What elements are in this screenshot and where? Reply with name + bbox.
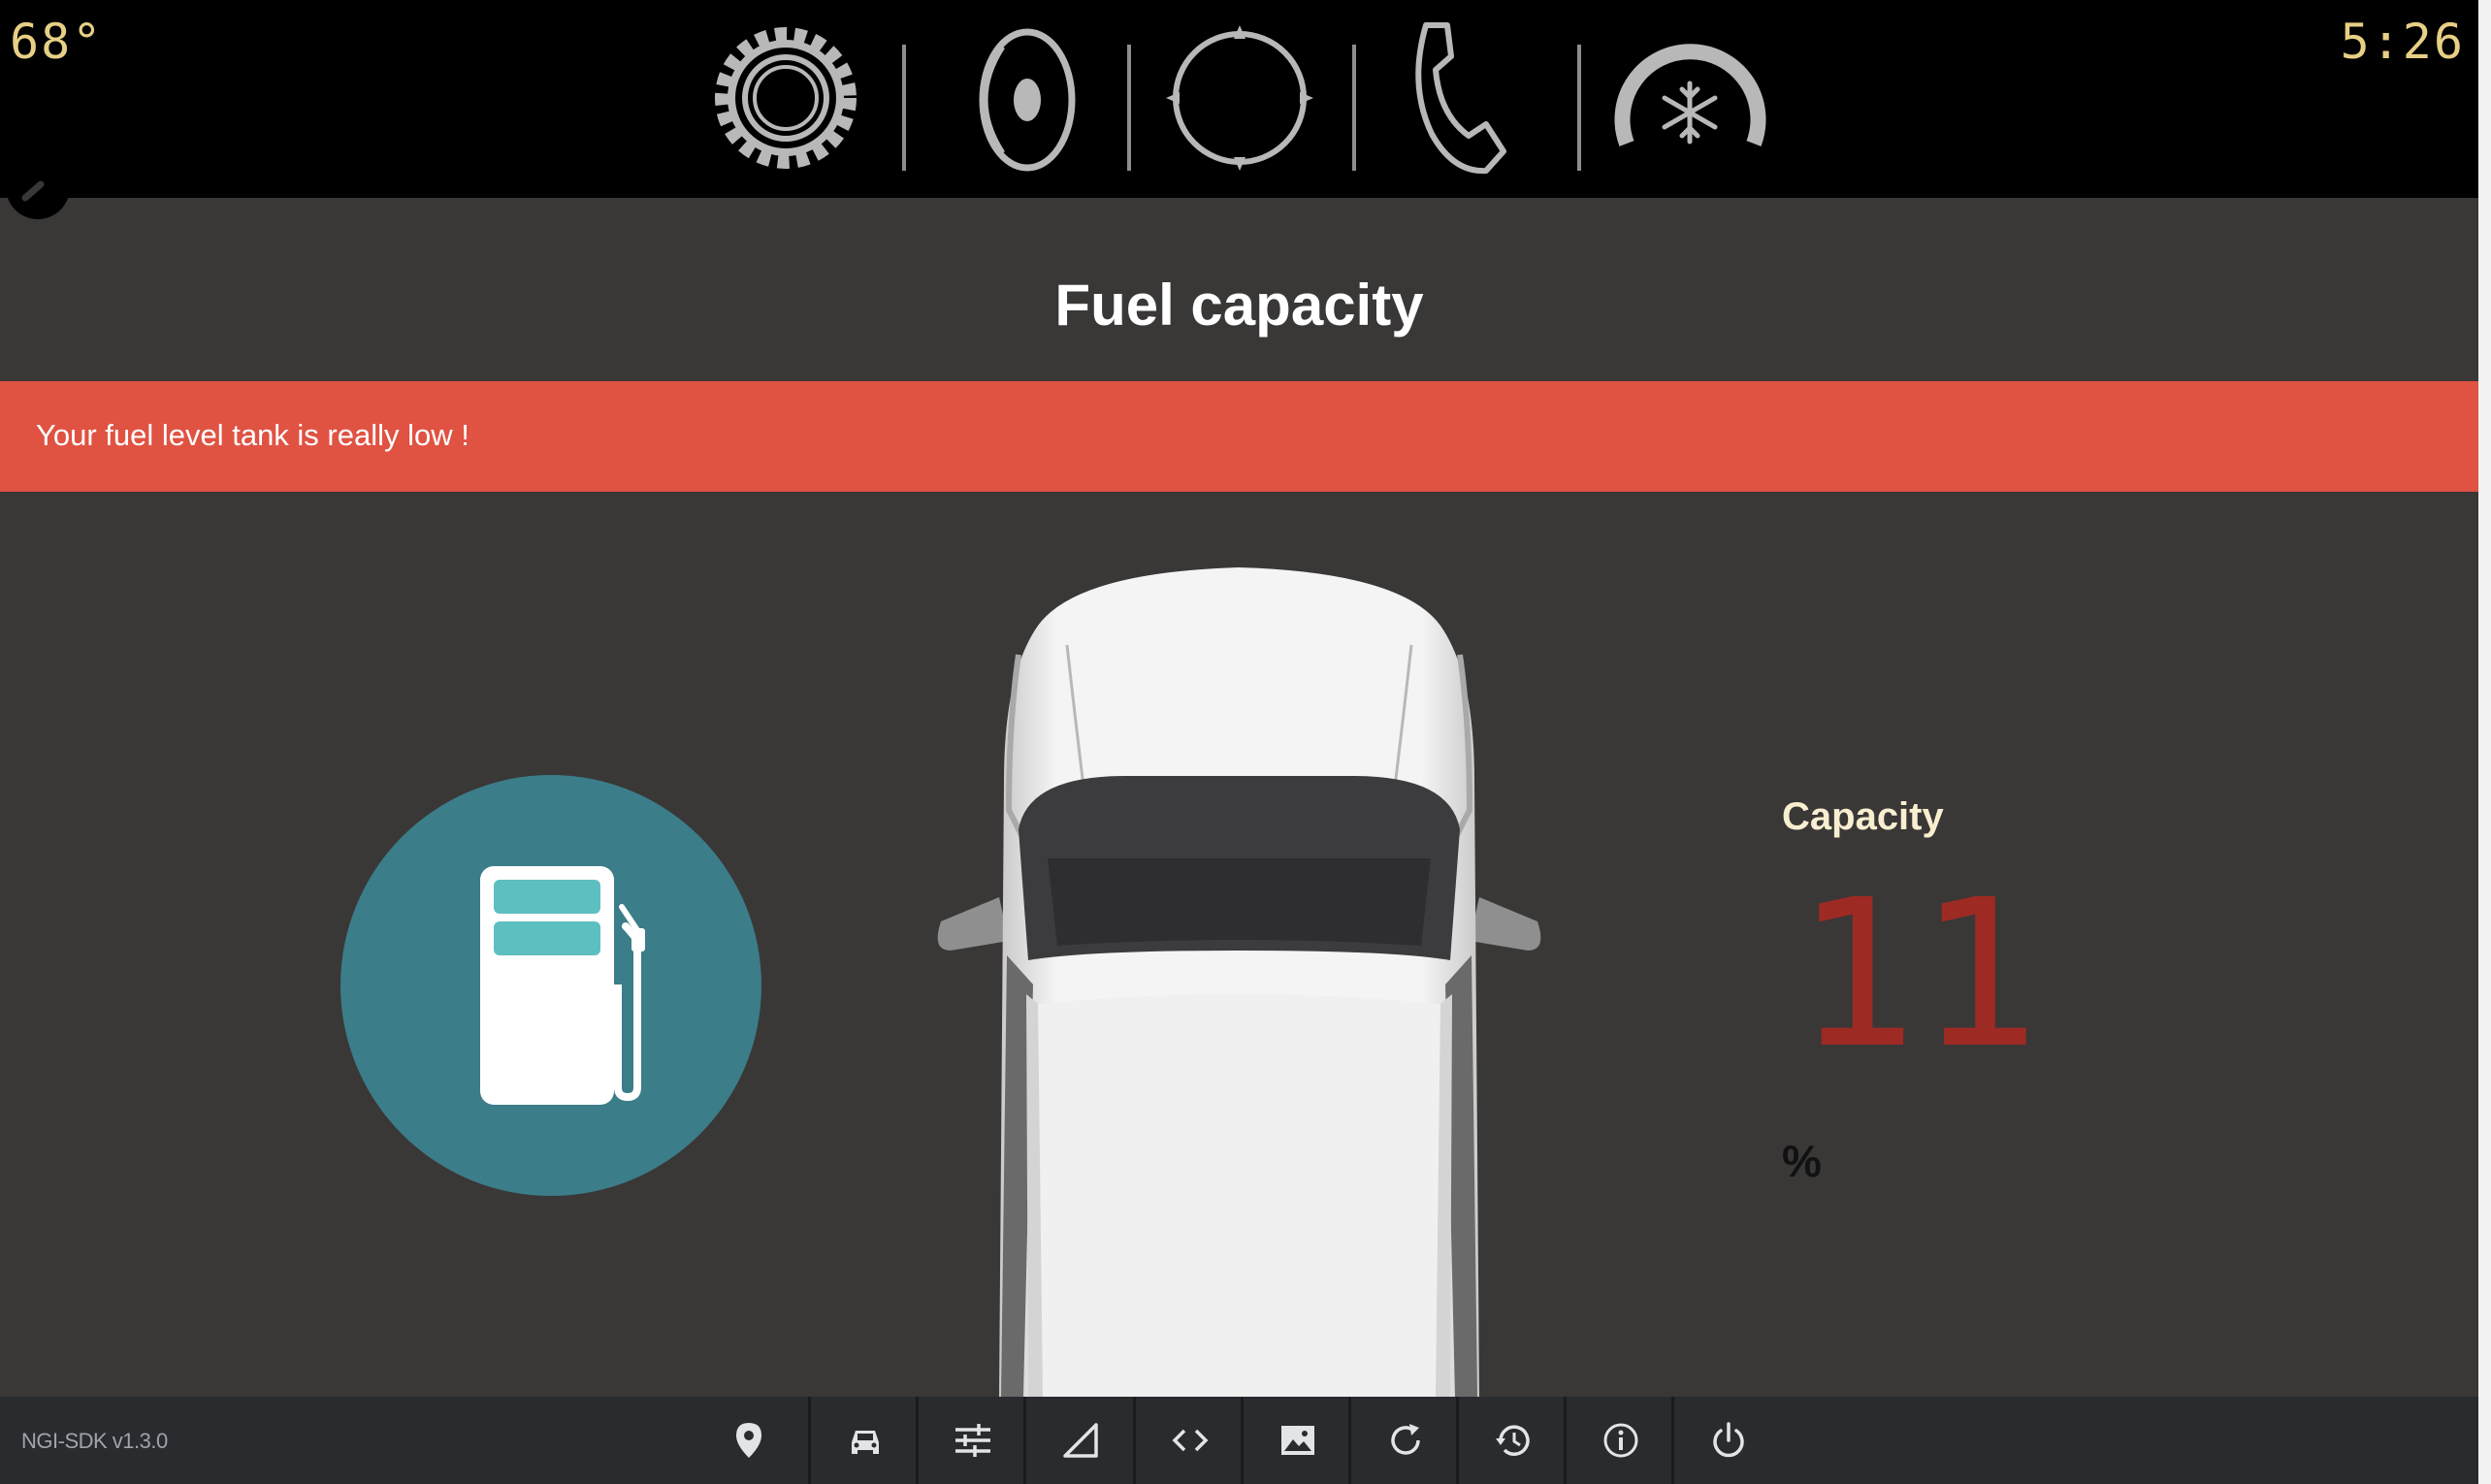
image-button[interactable]	[1246, 1397, 1350, 1484]
alert-message: Your fuel level tank is really low !	[36, 418, 469, 452]
info-icon	[1603, 1423, 1638, 1458]
refresh-button[interactable]	[1353, 1397, 1458, 1484]
sdk-version-label: NGI-SDK v1.3.0	[21, 1429, 168, 1453]
capacity-value: 11	[1795, 855, 2040, 1093]
page-title: Fuel capacity	[1054, 273, 1424, 338]
history-icon	[1496, 1425, 1530, 1456]
toolbar-separator	[1456, 1397, 1459, 1484]
signal-button[interactable]	[1028, 1397, 1133, 1484]
icon-separator	[1577, 45, 1581, 171]
icon-separator	[902, 45, 906, 171]
top-status-bar: 68° 5:26	[0, 0, 2478, 198]
power-button[interactable]	[1676, 1397, 1781, 1484]
icon-separator	[1352, 45, 1356, 171]
toolbar-separator	[1348, 1397, 1351, 1484]
vehicle-button[interactable]	[813, 1397, 918, 1484]
sliders-icon	[955, 1424, 990, 1457]
code-button[interactable]	[1138, 1397, 1243, 1484]
top-app-icons	[698, 17, 1795, 178]
signal-icon	[1063, 1423, 1098, 1458]
back-arrow-icon	[21, 180, 45, 202]
toolbar-separator	[1023, 1397, 1026, 1484]
toolbar-separator	[916, 1397, 919, 1484]
right-edge-strip	[2478, 0, 2491, 1484]
app-root: 68° 5:26 Fuel capacity Your fuel level t…	[0, 0, 2491, 1484]
bottom-toolbar: NGI-SDK v1.3.0	[0, 1397, 2478, 1484]
code-icon	[1172, 1429, 1209, 1452]
temperature-readout: 68°	[10, 14, 104, 70]
icon-separator	[1127, 45, 1131, 171]
back-button[interactable]	[6, 171, 70, 219]
clock-readout: 5:26	[2340, 14, 2465, 70]
toolbar-separator	[1241, 1397, 1244, 1484]
climate-fan-icon[interactable]	[1605, 17, 1775, 178]
location-pin-icon	[736, 1423, 761, 1458]
image-icon	[1281, 1426, 1314, 1455]
refresh-icon	[1391, 1424, 1420, 1455]
toolbar-separator	[1671, 1397, 1674, 1484]
car-icon	[852, 1431, 879, 1454]
info-button[interactable]	[1569, 1397, 1673, 1484]
power-icon	[1713, 1422, 1744, 1458]
fuel-pump-icon	[480, 866, 645, 1105]
toolbar-separator	[1133, 1397, 1136, 1484]
phone-icon[interactable]	[1397, 17, 1513, 178]
capacity-unit: %	[1782, 1136, 1822, 1186]
toolbar-separator	[1564, 1397, 1567, 1484]
location-button[interactable]	[696, 1397, 801, 1484]
toolbar-separator	[808, 1397, 811, 1484]
settings-sliders-button[interactable]	[921, 1397, 1025, 1484]
settings-gear-icon[interactable]	[708, 17, 863, 178]
car-top-view	[931, 567, 1547, 1402]
low-fuel-alert-banner: Your fuel level tank is really low !	[0, 381, 2478, 492]
history-button[interactable]	[1461, 1397, 1566, 1484]
navigation-compass-icon[interactable]	[1162, 17, 1317, 178]
audio-speaker-icon[interactable]	[946, 17, 1091, 178]
capacity-label: Capacity	[1782, 795, 1944, 838]
fuel-pump-badge	[340, 775, 761, 1196]
